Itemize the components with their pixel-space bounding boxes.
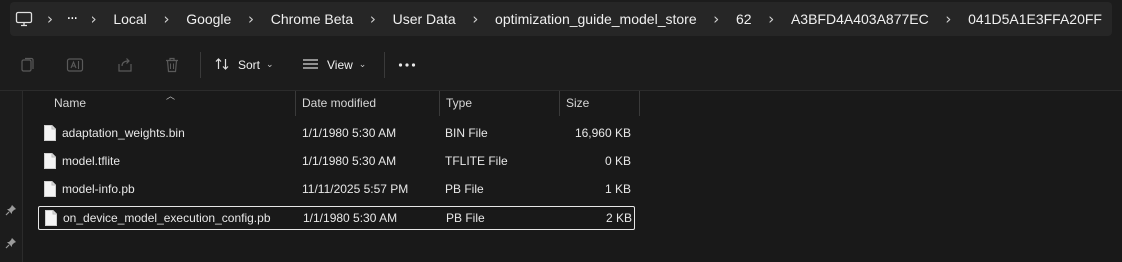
file-size: 16,960 KB — [574, 126, 631, 140]
pin-icon[interactable] — [5, 203, 17, 216]
pin-icon[interactable] — [5, 236, 17, 249]
file-icon — [44, 181, 56, 197]
file-size: 0 KB — [604, 154, 631, 168]
toolbar-divider — [384, 52, 385, 78]
breadcrumb-item-a3bfd4[interactable]: A3BFD4A403A877EC — [781, 11, 939, 27]
chevron-right-icon[interactable]: › — [241, 10, 260, 28]
command-bar: Sort ⌄ View ⌄ — [0, 40, 1122, 91]
view-button[interactable]: View ⌄ — [302, 54, 366, 76]
breadcrumb-item-local[interactable]: Local — [103, 11, 156, 27]
file-row[interactable]: model.tflite 1/1/1980 5:30 AM TFLITE File 0… — [38, 150, 635, 174]
delete-icon[interactable] — [163, 56, 181, 74]
breadcrumb-item-model-store[interactable]: optimization_guide_model_store — [485, 11, 707, 27]
file-explorer-window: › ··· › Local › Google › Chrome Beta › U… — [0, 0, 1122, 262]
breadcrumb-item-041d5a[interactable]: 041D5A1E3FFA20FF — [958, 11, 1112, 27]
view-icon — [302, 57, 319, 74]
breadcrumb-overflow-button[interactable]: ··· — [60, 11, 84, 27]
rename-icon[interactable] — [66, 56, 84, 74]
chevron-right-icon[interactable]: › — [939, 10, 958, 28]
more-icon — [398, 63, 416, 67]
file-name: adaptation_weights.bin — [62, 126, 185, 140]
breadcrumb-item-chrome-beta[interactable]: Chrome Beta — [261, 11, 363, 27]
file-type: TFLITE File — [445, 154, 508, 168]
chevron-right-icon[interactable]: › — [363, 10, 382, 28]
file-icon — [44, 153, 56, 169]
file-size: 2 KB — [605, 211, 632, 225]
toolbar-divider — [200, 52, 201, 78]
file-name: model.tflite — [62, 154, 121, 168]
chevron-down-icon: ⌄ — [266, 60, 274, 70]
file-row[interactable]: model-info.pb 11/11/2025 5:57 PM PB File 1 … — [38, 178, 635, 202]
chevron-right-icon[interactable]: › — [40, 10, 59, 28]
address-bar: › ··· › Local › Google › Chrome Beta › U… — [0, 0, 1122, 40]
more-options-button[interactable] — [396, 54, 418, 76]
chevron-right-icon[interactable]: › — [707, 10, 726, 28]
file-name: model-info.pb — [62, 182, 135, 196]
this-pc-icon[interactable] — [10, 11, 40, 27]
file-type: BIN File — [445, 126, 488, 140]
chevron-right-icon[interactable]: › — [762, 10, 781, 28]
navigation-pane — [0, 91, 23, 262]
file-type: PB File — [445, 182, 484, 196]
file-icon — [45, 210, 57, 226]
column-header-size[interactable]: Size — [560, 91, 640, 116]
chevron-right-icon[interactable]: › — [157, 10, 176, 28]
file-date-modified: 11/11/2025 5:57 PM — [302, 182, 409, 196]
column-header-date[interactable]: Date modified — [296, 91, 440, 116]
breadcrumb-item-user-data[interactable]: User Data — [383, 11, 466, 27]
file-date-modified: 1/1/1980 5:30 AM — [302, 154, 397, 168]
sort-label: Sort — [238, 58, 261, 72]
breadcrumb[interactable]: › ··· › Local › Google › Chrome Beta › U… — [10, 2, 1112, 36]
breadcrumb-item-62[interactable]: 62 — [726, 11, 762, 27]
chevron-right-icon[interactable]: › — [466, 10, 485, 28]
share-icon[interactable] — [116, 56, 134, 74]
sort-button[interactable]: Sort ⌄ — [214, 54, 274, 76]
copy-icon[interactable] — [19, 56, 37, 74]
chevron-right-icon[interactable]: › — [84, 10, 103, 28]
file-date-modified: 1/1/1980 5:30 AM — [302, 126, 397, 140]
file-list: ︿ Name Date modified Type Size adaptatio… — [23, 91, 1122, 262]
sort-icon — [214, 56, 230, 75]
file-name: on_device_model_execution_config.pb — [63, 211, 271, 225]
column-header-row: ︿ Name Date modified Type Size — [23, 91, 640, 116]
file-date-modified: 1/1/1980 5:30 AM — [303, 211, 398, 225]
file-row[interactable]: on_device_model_execution_config.pb 1/1/1… — [38, 206, 635, 230]
breadcrumb-item-google[interactable]: Google — [176, 11, 241, 27]
file-icon — [44, 125, 56, 141]
file-row[interactable]: adaptation_weights.bin 1/1/1980 5:30 AM BI… — [38, 122, 635, 146]
column-header-type[interactable]: Type — [440, 91, 560, 116]
file-type: PB File — [446, 211, 485, 225]
file-size: 1 KB — [604, 182, 631, 196]
column-header-name[interactable]: Name — [23, 91, 296, 116]
view-label: View — [327, 58, 353, 72]
chevron-down-icon: ⌄ — [358, 60, 367, 70]
